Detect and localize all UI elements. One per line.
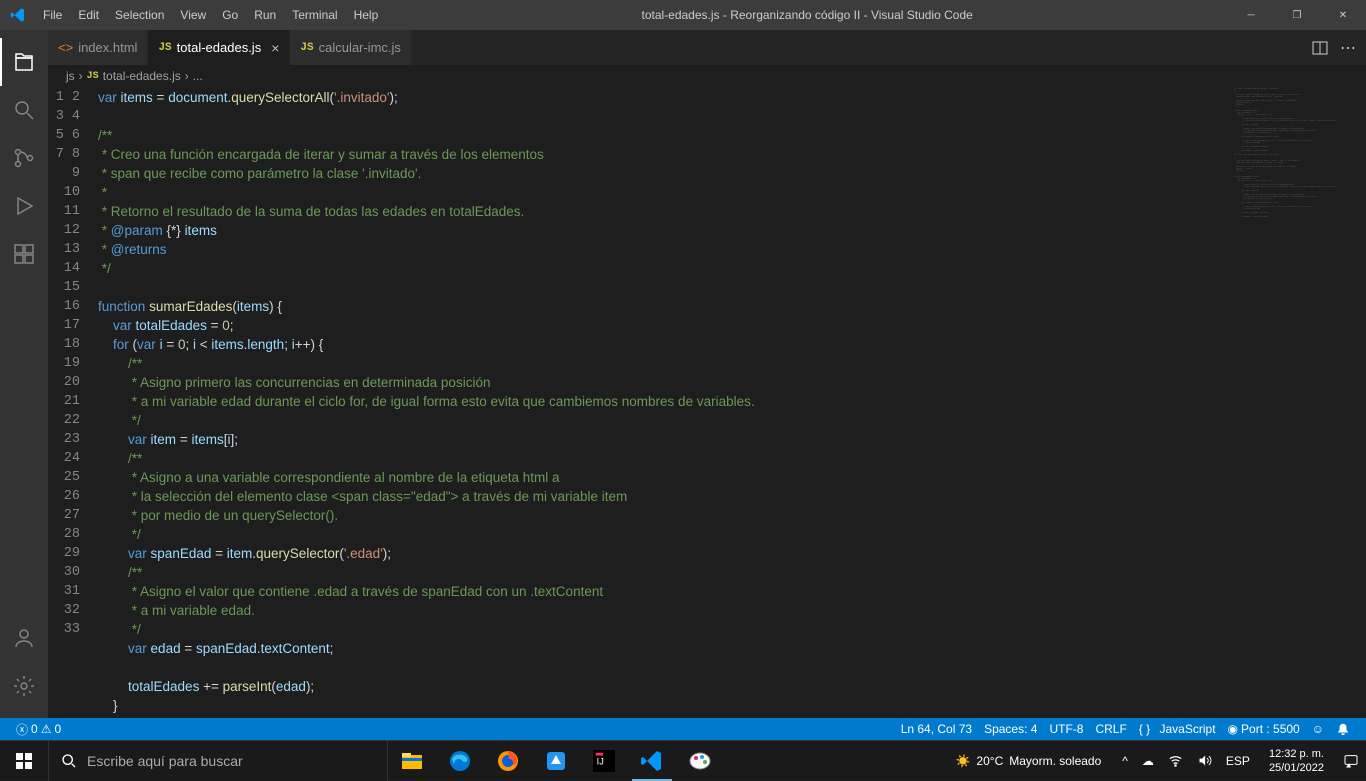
breadcrumb-more[interactable]: ... (193, 69, 203, 83)
breadcrumb[interactable]: js › JS total-edades.js › ... (48, 65, 1366, 87)
paint-app-icon[interactable] (676, 741, 724, 781)
code-editor[interactable]: 1 2 3 4 5 6 7 8 9 10 11 12 13 14 15 16 1… (48, 87, 1366, 718)
vscode-app-icon[interactable] (628, 741, 676, 781)
error-icon: ⓧ (16, 721, 28, 738)
warning-icon: ⚠ (41, 722, 52, 736)
menu-edit[interactable]: Edit (70, 0, 107, 30)
feedback-icon[interactable]: ☺ (1306, 722, 1330, 736)
tab-total-edades-js[interactable]: JS total-edades.js × (148, 30, 290, 65)
minimap[interactable]: var items = document.querySelectorAll('.… (1232, 87, 1352, 718)
status-bar: ⓧ0 ⚠0 Ln 64, Col 73 Spaces: 4 UTF-8 CRLF… (0, 718, 1366, 740)
eol-status[interactable]: CRLF (1089, 722, 1132, 736)
svg-text:IJ: IJ (597, 756, 604, 766)
wifi-icon[interactable] (1165, 753, 1186, 768)
system-tray: ☀️ 20°C Mayorm. soleado ^ ☁ ESP 12:32 p.… (945, 747, 1366, 775)
accounts-icon[interactable] (0, 614, 48, 662)
js-file-icon: JS (300, 42, 313, 54)
file-explorer-app-icon[interactable] (388, 741, 436, 781)
search-placeholder: Escribe aquí para buscar (87, 753, 243, 769)
menu-view[interactable]: View (172, 0, 214, 30)
editor-tabs: <> index.html JS total-edades.js × JS calcular… (48, 30, 1366, 65)
explorer-icon[interactable] (0, 38, 48, 86)
minimize-button[interactable]: ─ (1228, 0, 1274, 30)
breadcrumb-file[interactable]: total-edades.js (103, 69, 181, 83)
problems-status[interactable]: ⓧ0 ⚠0 (10, 721, 67, 738)
encoding-status[interactable]: UTF-8 (1043, 722, 1089, 736)
settings-gear-icon[interactable] (0, 662, 48, 710)
menu-selection[interactable]: Selection (107, 0, 172, 30)
split-editor-icon[interactable] (1312, 40, 1328, 56)
titlebar: FileEditSelectionViewGoRunTerminalHelp t… (0, 0, 1366, 30)
run-debug-icon[interactable] (0, 182, 48, 230)
taskbar-apps: IJ (388, 741, 724, 781)
volume-icon[interactable] (1194, 753, 1215, 768)
chevron-right-icon: › (79, 69, 83, 83)
source-control-icon[interactable] (0, 134, 48, 182)
tab-actions: ⋯ (1312, 30, 1366, 65)
maximize-button[interactable]: ❐ (1274, 0, 1320, 30)
tab-index-html[interactable]: <> index.html (48, 30, 148, 65)
weather-widget[interactable]: ☀️ 20°C Mayorm. soleado (945, 754, 1111, 768)
clock[interactable]: 12:32 p. m. 25/01/2022 (1261, 747, 1332, 775)
menu-go[interactable]: Go (214, 0, 246, 30)
tab-label: index.html (78, 40, 137, 55)
windows-taskbar: Escribe aquí para buscar IJ ☀️ 20°C Mayo… (0, 740, 1366, 780)
window-controls: ─ ❐ ✕ (1228, 0, 1366, 30)
window-title: total-edades.js - Reorganizando código I… (386, 8, 1228, 22)
breadcrumb-folder[interactable]: js (66, 69, 75, 83)
menu-file[interactable]: File (35, 0, 70, 30)
start-button[interactable] (0, 741, 48, 781)
tab-close-icon[interactable]: × (271, 40, 279, 56)
line-numbers: 1 2 3 4 5 6 7 8 9 10 11 12 13 14 15 16 1… (48, 87, 98, 718)
chevron-right-icon: › (185, 69, 189, 83)
extensions-icon[interactable] (0, 230, 48, 278)
activity-bar (0, 30, 48, 718)
editor-area: <> index.html JS total-edades.js × JS calcular… (48, 30, 1366, 718)
onedrive-icon[interactable]: ☁ (1139, 754, 1157, 768)
tray-chevron-icon[interactable]: ^ (1119, 754, 1131, 768)
language-mode[interactable]: { } JavaScript (1133, 722, 1222, 736)
tab-label: calcular-imc.js (319, 40, 401, 55)
menu-terminal[interactable]: Terminal (284, 0, 345, 30)
app-icon-1[interactable] (532, 741, 580, 781)
code-content[interactable]: var items = document.querySelectorAll('.… (98, 87, 1366, 718)
search-icon (61, 753, 77, 769)
menu-help[interactable]: Help (346, 0, 387, 30)
broadcast-icon: ◉ (1228, 722, 1238, 736)
action-center-icon[interactable] (1340, 753, 1362, 769)
vscode-logo-icon (0, 7, 35, 23)
live-server-status[interactable]: ◉Port : 5500 (1222, 722, 1306, 736)
cursor-position[interactable]: Ln 64, Col 73 (895, 722, 978, 736)
taskbar-search[interactable]: Escribe aquí para buscar (48, 741, 388, 781)
firefox-app-icon[interactable] (484, 741, 532, 781)
more-actions-icon[interactable]: ⋯ (1340, 38, 1356, 58)
language-indicator[interactable]: ESP (1223, 754, 1253, 768)
intellij-app-icon[interactable]: IJ (580, 741, 628, 781)
menu-run[interactable]: Run (246, 0, 284, 30)
edge-app-icon[interactable] (436, 741, 484, 781)
weather-icon: ☀️ (955, 754, 970, 768)
tab-label: total-edades.js (177, 40, 262, 55)
close-button[interactable]: ✕ (1320, 0, 1366, 30)
js-file-icon: JS (87, 71, 99, 82)
html-file-icon: <> (58, 40, 73, 55)
search-icon[interactable] (0, 86, 48, 134)
notifications-icon[interactable] (1330, 722, 1356, 736)
tab-calcular-imc-js[interactable]: JS calcular-imc.js (290, 30, 412, 65)
menu-bar: FileEditSelectionViewGoRunTerminalHelp (35, 0, 386, 30)
js-file-icon: JS (158, 42, 171, 54)
indentation-status[interactable]: Spaces: 4 (978, 722, 1043, 736)
